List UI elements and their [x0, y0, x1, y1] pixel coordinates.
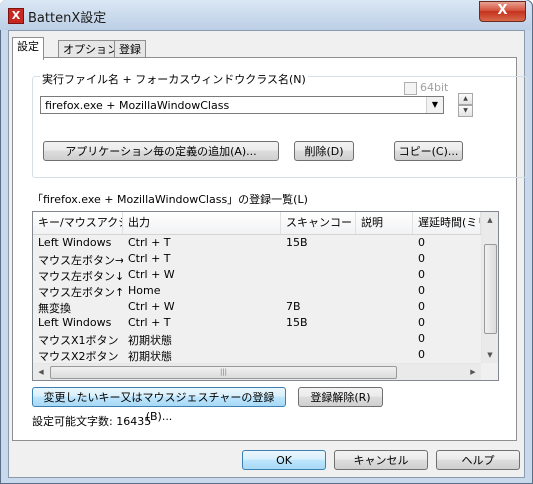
table-cell: 0 — [418, 284, 425, 297]
copy-button[interactable]: コピー(C)... — [394, 141, 463, 161]
table-cell: 無変換 — [38, 302, 71, 315]
table-cell: 0 — [418, 300, 425, 313]
table-cell: Home — [128, 284, 161, 297]
delete-button[interactable]: 削除(D) — [294, 141, 354, 161]
scroll-down-icon[interactable]: ▼ — [482, 347, 498, 363]
vertical-scrollbar[interactable]: ▲ ▼ — [481, 212, 498, 363]
table-cell: Left Windows — [38, 236, 112, 249]
scroll-corner — [481, 363, 498, 380]
horizontal-scroll-thumb[interactable]: ||| — [50, 366, 397, 379]
window-title: BattenX設定 — [28, 11, 107, 26]
table-cell: Ctrl + W — [128, 268, 175, 281]
column-header-description[interactable]: 説明 — [356, 212, 413, 234]
table-cell: Ctrl + T — [128, 236, 171, 249]
tab-settings[interactable]: 設定 — [12, 37, 44, 60]
combo-value: firefox.exe + MozillaWindowClass — [45, 99, 230, 112]
table-row[interactable]: マウスX1ボタン ... 初期状態 0 — [33, 331, 481, 347]
column-header-key[interactable]: キー/マウスアクション — [33, 212, 123, 234]
registration-list[interactable]: キー/マウスアクション 出力 スキャンコード 説明 遅延時間(ミリ Left W… — [32, 211, 499, 381]
table-cell: マウス左ボタン→ — [38, 254, 123, 267]
app-x-icon: X — [8, 8, 24, 24]
table-cell: マウス左ボタン↑ — [38, 286, 123, 299]
table-cell: マウスX2ボタン ... — [38, 350, 123, 363]
column-header-output[interactable]: 出力 — [123, 212, 281, 234]
column-header-delay[interactable]: 遅延時間(ミリ — [413, 212, 481, 234]
table-cell: 0 — [418, 252, 425, 265]
spin-up-icon[interactable]: ▲ — [458, 93, 473, 105]
char-count-label: 設定可能文字数: 16435 — [32, 415, 152, 428]
vertical-scroll-thumb[interactable] — [484, 244, 497, 334]
table-cell: 0 — [418, 236, 425, 249]
app-group-box — [32, 76, 527, 178]
table-cell: 初期状態 — [128, 350, 172, 363]
table-cell: マウス左ボタン↓ — [38, 270, 123, 283]
table-cell: Ctrl + T — [128, 316, 171, 329]
table-row[interactable]: Left Windows Ctrl + T 15B 0 — [33, 235, 481, 251]
table-cell: 15B — [286, 316, 308, 329]
table-row[interactable]: マウスX2ボタン ... 初期状態 0 — [33, 347, 481, 363]
table-row[interactable]: マウス左ボタン↓ Ctrl + W 0 — [33, 267, 481, 283]
chevron-down-icon[interactable]: ▼ — [426, 97, 443, 113]
table-cell: 0 — [418, 348, 425, 361]
table-row[interactable]: マウス左ボタン→ Ctrl + T 0 — [33, 251, 481, 267]
table-row[interactable]: マウス左ボタン↑ Home 0 — [33, 283, 481, 299]
ok-button[interactable]: OK — [242, 450, 326, 470]
cancel-button[interactable]: キャンセル — [334, 450, 428, 470]
unregister-button[interactable]: 登録解除(R) — [298, 387, 383, 407]
table-cell: Ctrl + W — [128, 300, 175, 313]
scroll-up-icon[interactable]: ▲ — [482, 212, 498, 228]
table-cell: 初期状態 — [128, 334, 172, 347]
horizontal-scrollbar[interactable]: ◀ ||| ▶ — [33, 363, 481, 380]
list-body: Left Windows Ctrl + T 15B 0 マウス左ボタン→ Ctrl + T… — [33, 235, 481, 363]
table-row[interactable]: Left Windows Ctrl + T 15B 0 — [33, 315, 481, 331]
scroll-left-icon[interactable]: ◀ — [33, 364, 49, 380]
scroll-right-icon[interactable]: ▶ — [465, 364, 481, 380]
table-cell: Ctrl + T — [128, 252, 171, 265]
list-label: 「firefox.exe + MozillaWindowClass」の登録一覧(… — [32, 193, 308, 206]
table-cell: 7B — [286, 300, 301, 313]
register-gesture-button[interactable]: 変更したいキー又はマウスジェスチャーの登録(B)... — [32, 387, 286, 423]
app-group-label: 実行ファイル名 + フォーカスウィンドウクラス名(N) — [40, 71, 308, 87]
title-bar[interactable]: X BattenX設定 X — [0, 0, 531, 30]
list-header: キー/マウスアクション 出力 スキャンコード 説明 遅延時間(ミリ — [33, 212, 481, 235]
checkbox-64bit[interactable] — [404, 82, 417, 95]
table-cell: 0 — [418, 268, 425, 281]
app-class-combobox[interactable]: firefox.exe + MozillaWindowClass ▼ — [40, 96, 444, 114]
spin-down-icon[interactable]: ▼ — [458, 105, 473, 117]
add-app-definition-button[interactable]: アプリケーション毎の定義の追加(A)... — [43, 141, 279, 161]
checkbox-64bit-label: 64bit — [420, 81, 449, 94]
close-button[interactable]: X — [479, 1, 526, 22]
help-button[interactable]: ヘルプ — [436, 450, 520, 470]
column-header-scancode[interactable]: スキャンコード — [281, 212, 356, 234]
table-cell: 0 — [418, 316, 425, 329]
table-row[interactable]: 無変換 Ctrl + W 7B 0 — [33, 299, 481, 315]
table-cell: Left Windows — [38, 316, 112, 329]
table-cell: 0 — [418, 332, 425, 345]
table-cell: マウスX1ボタン ... — [38, 334, 123, 347]
table-cell: 15B — [286, 236, 308, 249]
